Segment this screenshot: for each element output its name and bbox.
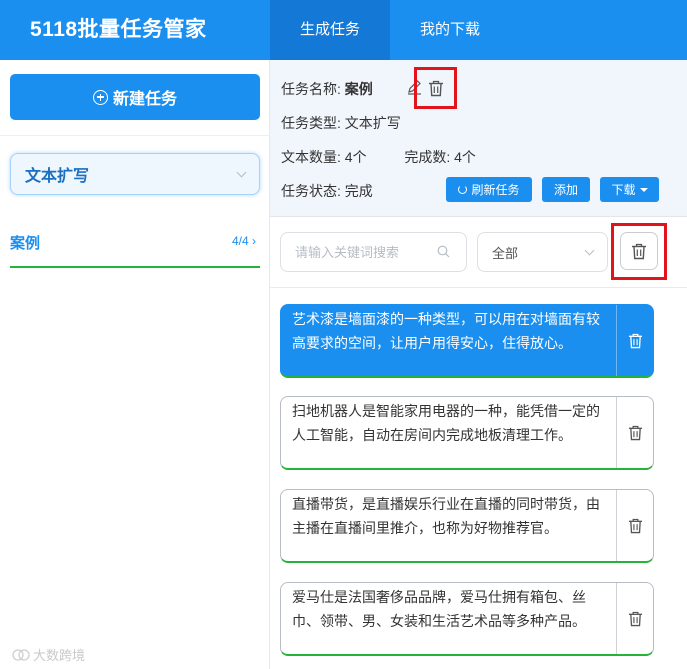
delete-text-button[interactable] — [616, 490, 653, 561]
task-type-select-value: 文本扩写 — [25, 168, 90, 185]
sidebar-task-count: 4/4 › — [231, 234, 256, 248]
delete-text-button[interactable] — [616, 583, 653, 654]
delete-task-highlight[interactable] — [414, 67, 457, 109]
trash-icon — [628, 518, 642, 533]
watermark-logo-icon — [12, 648, 30, 661]
task-count-row: 文本数量: 4个 完成数: 4个 — [281, 149, 476, 165]
delete-text-button[interactable] — [616, 305, 653, 376]
text-card[interactable]: 扫地机器人是智能家用电器的一种，能凭借一定的人工智能，自动在房间内完成地板清理工… — [280, 396, 654, 470]
sidebar-task-name: 案例 — [10, 235, 41, 252]
task-detail-panel: 任务名称: 案例 任务类型: 文本扩写 文本数量: 4个 完成数: 4个 任务状… — [270, 60, 687, 669]
task-type-value: 文本扩写 — [344, 115, 401, 131]
watermark: 大数跨境 — [12, 645, 85, 664]
task-status-row: 任务状态: 完成 — [281, 183, 373, 199]
text-card-content: 爱马仕是法国奢侈品品牌，爱马仕拥有箱包、丝巾、领带、男、女装和生活艺术品等多种产… — [292, 589, 586, 629]
delete-all-button[interactable] — [620, 232, 658, 270]
text-card-content: 直播带货，是直播娱乐行业在直播的同时带货，由主播在直播间里推介，也称为好物推荐官… — [292, 496, 600, 536]
search-icon[interactable] — [437, 245, 450, 258]
sidebar-divider — [0, 135, 270, 136]
chevron-right-icon: › — [252, 234, 256, 248]
refresh-icon — [458, 185, 468, 194]
status-filter-value: 全部 — [492, 245, 519, 261]
text-card[interactable]: 直播带货，是直播娱乐行业在直播的同时带货，由主播在直播间里推介，也称为好物推荐官… — [280, 489, 654, 563]
text-card[interactable]: 艺术漆是墙面漆的一种类型，可以用在对墙面有较高要求的空间，让用户用得安心，住得放… — [280, 304, 654, 378]
chevron-down-icon — [236, 167, 247, 177]
tab-generate-tasks[interactable]: 生成任务 — [270, 0, 390, 60]
trash-icon — [628, 425, 642, 440]
delete-text-button[interactable] — [616, 397, 653, 468]
status-filter-select[interactable]: 全部 — [477, 232, 608, 272]
trash-icon — [632, 243, 646, 259]
trash-icon — [628, 611, 642, 626]
text-card-content: 艺术漆是墙面漆的一种类型，可以用在对墙面有较高要求的空间，让用户用得安心，住得放… — [292, 311, 600, 351]
add-button[interactable]: 添加 — [542, 177, 590, 202]
filter-bar: 全部 — [270, 218, 687, 288]
trash-icon — [628, 333, 642, 348]
task-name-value: 案例 — [344, 81, 373, 97]
task-name-row: 任务名称: 案例 — [281, 81, 373, 97]
trash-icon — [428, 80, 443, 96]
text-count-value: 4个 — [344, 149, 367, 165]
sidebar: 新建任务 文本扩写 案例 4/4 › — [0, 60, 270, 669]
refresh-task-button[interactable]: 刷新任务 — [446, 177, 532, 202]
done-count-value: 4个 — [454, 149, 476, 165]
new-task-button[interactable]: 新建任务 — [10, 74, 260, 120]
task-type-row: 任务类型: 文本扩写 — [281, 115, 401, 131]
app-header: 5118批量任务管家 生成任务 我的下载 — [0, 0, 687, 60]
task-info: 任务名称: 案例 任务类型: 文本扩写 文本数量: 4个 完成数: 4个 任务状… — [270, 60, 687, 217]
caret-down-icon — [639, 187, 648, 192]
plus-circle-icon — [92, 89, 108, 105]
text-card[interactable]: 爱马仕是法国奢侈品品牌，爱马仕拥有箱包、丝巾、领带、男、女装和生活艺术品等多种产… — [280, 582, 654, 656]
chevron-down-icon — [584, 245, 595, 255]
task-type-select[interactable]: 文本扩写 — [10, 153, 260, 195]
app-title: 5118批量任务管家 — [30, 18, 207, 41]
new-task-label: 新建任务 — [112, 91, 177, 108]
sidebar-task-item[interactable]: 案例 4/4 › — [10, 222, 260, 268]
tab-my-downloads[interactable]: 我的下载 — [390, 0, 510, 60]
download-dropdown-button[interactable]: 下载 — [600, 177, 659, 202]
task-status-value: 完成 — [344, 183, 373, 199]
text-card-content: 扫地机器人是智能家用电器的一种，能凭借一定的人工智能，自动在房间内完成地板清理工… — [292, 403, 600, 443]
